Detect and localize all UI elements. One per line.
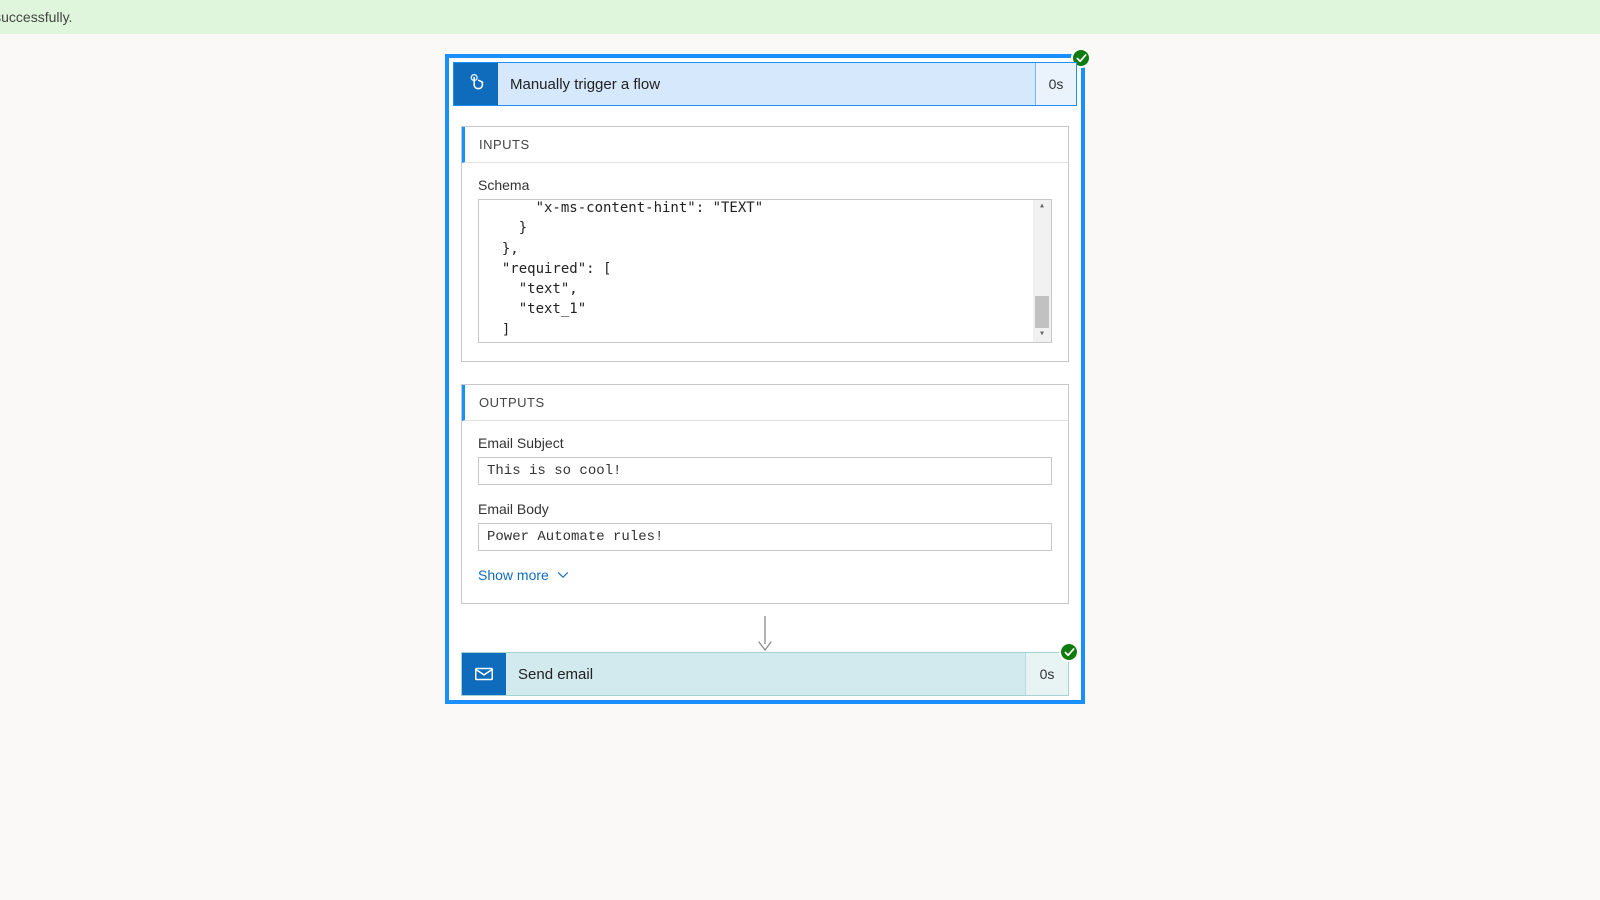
flow-connector (453, 614, 1077, 652)
show-more-button[interactable]: Show more (478, 567, 569, 583)
chevron-down-icon (557, 569, 569, 581)
output-value-0[interactable]: This is so cool! (478, 457, 1052, 485)
scroll-down-icon[interactable]: ▾ (1039, 330, 1045, 340)
scroll-thumb[interactable] (1035, 296, 1049, 328)
schema-textarea[interactable]: "x-ms-content-hint": "TEXT" } }, "requir… (478, 199, 1052, 343)
schema-label: Schema (478, 177, 1052, 193)
scroll-up-icon[interactable]: ▴ (1039, 202, 1045, 212)
inputs-heading: INPUTS (462, 127, 1068, 163)
trigger-header[interactable]: Manually trigger a flow 0s (453, 62, 1077, 106)
trigger-title: Manually trigger a flow (498, 63, 1036, 105)
banner-text: ran successfully. (0, 9, 72, 25)
trigger-duration: 0s (1036, 63, 1076, 105)
touch-icon (454, 63, 498, 105)
scrollbar[interactable]: ▴ ▾ (1033, 200, 1051, 342)
outputs-heading: OUTPUTS (462, 385, 1068, 421)
schema-code: "x-ms-content-hint": "TEXT" } }, "requir… (485, 199, 1045, 343)
flow-canvas: Manually trigger a flow 0s INPUTS Schema… (445, 54, 1085, 704)
send-email-step[interactable]: Send email 0s (461, 652, 1069, 696)
outputs-panel: OUTPUTS Email Subject This is so cool! E… (461, 384, 1069, 604)
output-label-0: Email Subject (478, 435, 1052, 451)
send-email-title: Send email (506, 653, 1026, 695)
mail-icon (462, 653, 506, 695)
status-check-icon (1059, 642, 1079, 662)
run-success-banner: ran successfully. (0, 0, 1600, 34)
trigger-step-selected[interactable]: Manually trigger a flow 0s INPUTS Schema… (445, 54, 1085, 704)
show-more-label: Show more (478, 567, 549, 583)
output-value-1[interactable]: Power Automate rules! (478, 523, 1052, 551)
inputs-panel: INPUTS Schema "x-ms-content-hint": "TEXT… (461, 126, 1069, 362)
send-email-header[interactable]: Send email 0s (461, 652, 1069, 696)
output-label-1: Email Body (478, 501, 1052, 517)
